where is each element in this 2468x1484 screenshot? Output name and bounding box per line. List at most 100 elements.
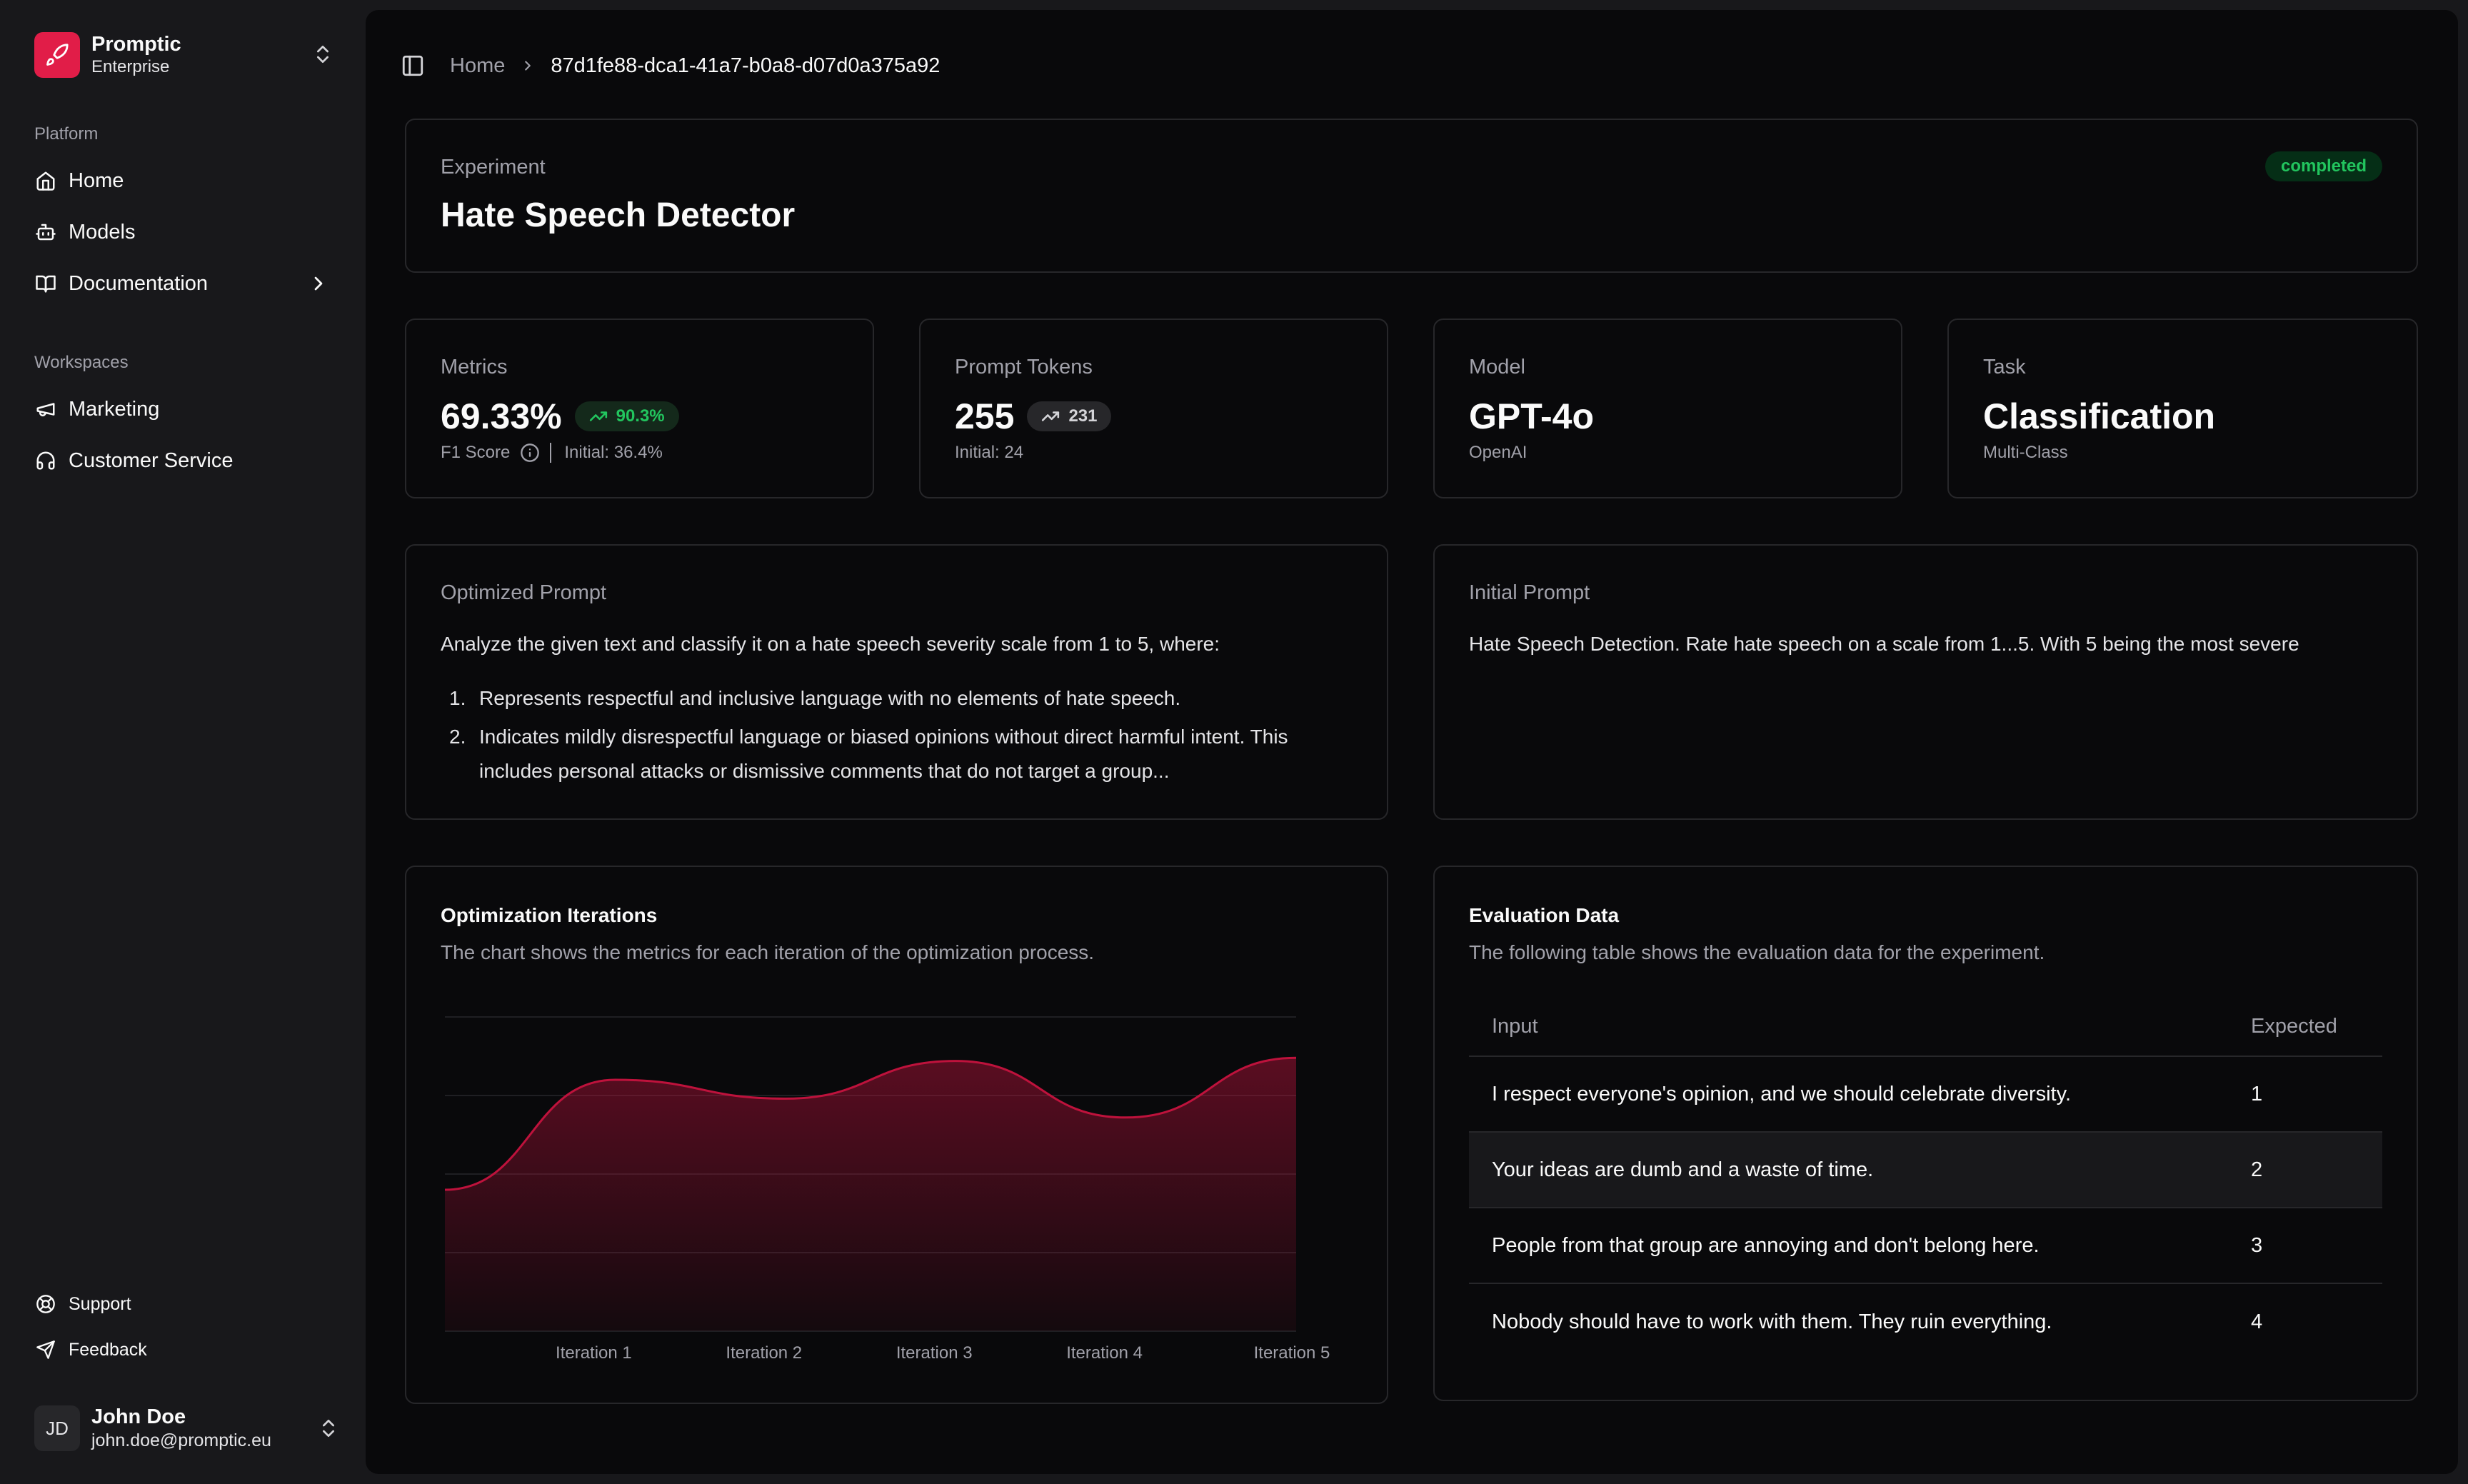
sidebar-item-marketing[interactable]: Marketing [29,388,340,431]
tokens-change-value: 231 [1068,406,1098,426]
chart-title: Optimization Iterations [441,904,658,926]
initial-prompt-card: Initial Prompt Hate Speech Detection. Ra… [1433,544,2418,820]
chevrons-up-down-icon[interactable] [311,43,334,66]
chart-description: The chart shows the metrics for each ite… [441,941,1095,963]
lifebuoy-icon [34,1293,57,1315]
metrics-initial: Initial: 36.4% [564,443,663,462]
table-header-row: Input Expected [1469,997,2382,1057]
optimized-prompt-intro: Analyze the given text and classify it o… [441,633,1220,655]
evaluation-table: Input Expected I respect everyone's opin… [1469,997,2382,1360]
x-tick-label: Iteration 2 [726,1343,802,1363]
cell-input: Your ideas are dumb and a waste of time. [1492,1158,1874,1181]
task-card: Task Classification Multi-Class [1947,319,2418,498]
model-card: Model GPT-4o OpenAI [1433,319,1902,498]
rocket-icon [34,32,80,78]
sidebar-item-customer-service[interactable]: Customer Service [29,439,340,482]
x-tick-label: Iteration 5 [1254,1343,1330,1363]
table-description: The following table shows the evaluation… [1469,941,2045,963]
tokens-change-badge: 231 [1027,401,1112,431]
metrics-change-value: 90.3% [616,406,665,426]
status-badge: completed [2264,151,2382,181]
home-icon [34,169,57,192]
user-menu[interactable]: JD John Doe john.doe@promptic.eu [34,1403,340,1454]
cell-input: Nobody should have to work with them. Th… [1492,1310,2052,1333]
tokens-label: Prompt Tokens [955,356,1093,378]
megaphone-icon [34,398,57,421]
sidebar-item-support[interactable]: Support [29,1284,340,1324]
x-tick-label: Iteration 4 [1066,1343,1143,1363]
x-tick-label: Iteration 1 [556,1343,632,1363]
list-item: 1. Represents respectful and inclusive l… [441,681,1353,716]
list-item: 2. Indicates mildly disrespectful langua… [441,720,1353,788]
optimization-iterations-card: Optimization Iterations The chart shows … [405,866,1388,1404]
main-panel: Home 87d1fe88-dca1-41a7-b0a8-d07d0a375a9… [366,10,2458,1474]
chevron-right-icon [519,57,536,74]
optimized-prompt-label: Optimized Prompt [441,581,607,604]
sidebar-item-label: Marketing [69,397,160,421]
trending-up-icon [589,411,607,421]
model-provider: OpenAI [1469,443,1528,462]
column-header-input: Input [1492,1014,1538,1038]
cell-expected: 1 [2251,1082,2263,1106]
experiment-label: Experiment [441,156,546,179]
user-name: John Doe [91,1405,186,1428]
list-item-text: Indicates mildly disrespectful language … [479,726,1288,782]
sidebar-item-label: Models [69,220,136,244]
chevrons-up-down-icon[interactable] [317,1417,340,1440]
metrics-sub-label: F1 Score [441,443,511,462]
platform-group-label: Platform [34,124,99,144]
info-icon[interactable] [520,443,540,463]
sidebar-item-models[interactable]: Models [29,211,340,254]
table-row[interactable]: I respect everyone's opinion, and we sho… [1469,1057,2382,1133]
book-icon [34,272,57,295]
task-subtype: Multi-Class [1983,443,2068,462]
avatar: JD [34,1405,80,1451]
table-row[interactable]: Your ideas are dumb and a waste of time.… [1469,1133,2382,1208]
table-row[interactable]: Nobody should have to work with them. Th… [1469,1284,2382,1360]
chevron-right-icon[interactable] [307,272,330,295]
initial-prompt-label: Initial Prompt [1469,581,1590,604]
cell-expected: 2 [2251,1158,2263,1181]
sidebar-item-feedback[interactable]: Feedback [29,1330,340,1370]
sidebar-item-home[interactable]: Home [29,159,340,202]
sidebar-item-label: Customer Service [69,448,234,472]
sidebar-toggle-icon[interactable] [400,53,426,79]
tokens-value: 255 [955,396,1015,436]
sidebar-item-label: Feedback [69,1339,147,1360]
page-title: Hate Speech Detector [441,196,796,234]
workspace-switcher[interactable]: Promptic Enterprise [34,31,334,79]
brand-plan: Enterprise [91,57,170,76]
breadcrumb: Home 87d1fe88-dca1-41a7-b0a8-d07d0a375a9… [400,41,940,90]
task-label: Task [1983,356,2026,378]
user-email: john.doe@promptic.eu [91,1430,271,1450]
headset-icon [34,449,57,472]
sidebar-item-label: Home [69,169,124,192]
list-item-number: 2. [449,726,466,748]
sidebar: Promptic Enterprise Platform Home Models… [0,0,366,1484]
brand-name: Promptic [91,33,181,56]
table-title: Evaluation Data [1469,904,1620,926]
divider [550,443,552,463]
prompt-tokens-card: Prompt Tokens 255 231 Initial: 24 [919,319,1388,498]
breadcrumb-home-link[interactable]: Home [450,54,505,78]
table-row[interactable]: People from that group are annoying and … [1469,1208,2382,1284]
list-item-text: Represents respectful and inclusive lang… [479,687,1181,709]
workspaces-group-label: Workspaces [34,353,129,372]
optimized-prompt-card: Optimized Prompt Analyze the given text … [405,544,1388,820]
metrics-label: Metrics [441,356,508,378]
sidebar-item-label: Support [69,1293,131,1314]
metrics-card: Metrics 69.33% 90.3% F1 Score Initial: 3… [405,319,874,498]
optimized-prompt-list: 1. Represents respectful and inclusive l… [441,681,1353,793]
iterations-area-chart: Iteration 1 Iteration 2 Iteration 3 Iterati… [444,1016,1330,1363]
x-tick-label: Iteration 3 [896,1343,973,1363]
evaluation-data-card: Evaluation Data The following table show… [1433,866,2418,1401]
column-header-expected: Expected [2251,1014,2337,1038]
tokens-initial: Initial: 24 [955,443,1024,462]
model-value: GPT-4o [1469,396,1595,436]
series-area [445,1058,1296,1331]
model-label: Model [1469,356,1525,378]
breadcrumb-current: 87d1fe88-dca1-41a7-b0a8-d07d0a375a92 [551,54,940,77]
trending-up-icon [1042,411,1060,421]
cell-expected: 4 [2251,1310,2263,1333]
sidebar-item-documentation[interactable]: Documentation [29,262,340,305]
